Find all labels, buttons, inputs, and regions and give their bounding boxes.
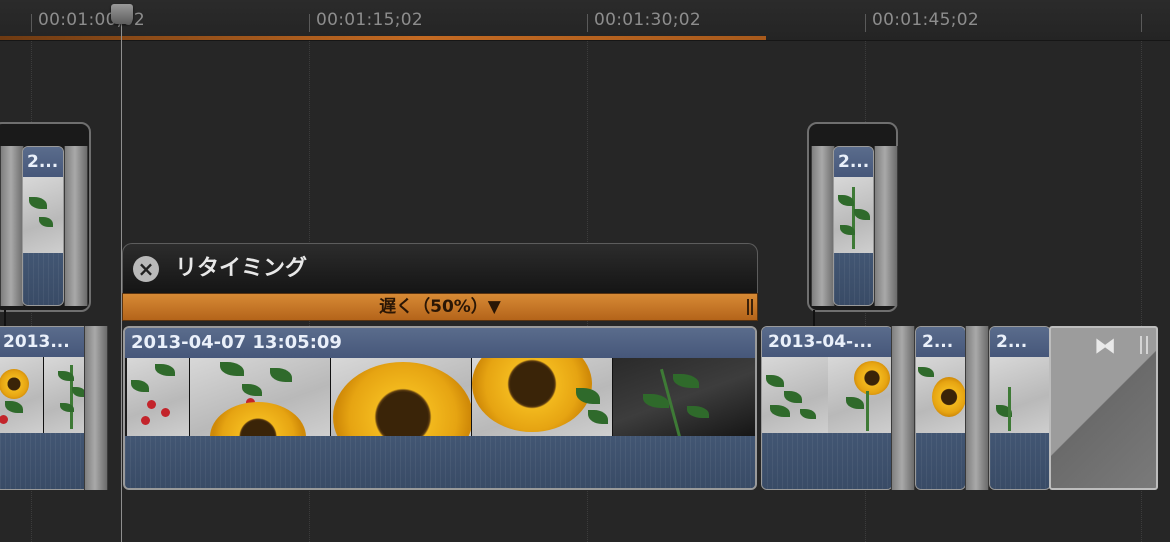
playhead[interactable] (121, 8, 122, 542)
trim-handle[interactable] (874, 146, 898, 306)
clip-title: 2013-04-07 13:05:09 (125, 328, 755, 358)
clip-left[interactable]: 2013... (0, 326, 90, 490)
clip-thumbnails (834, 177, 873, 253)
timeline-ruler[interactable] (0, 0, 1170, 41)
trim-handle[interactable] (965, 326, 989, 490)
clip-right[interactable]: 2013-04-... (761, 326, 893, 490)
speed-popup-bar[interactable]: 遅く（50%）▼ (122, 293, 758, 321)
transition-handle[interactable] (1140, 336, 1148, 354)
ruler-tick (865, 14, 866, 32)
cross-dissolve-icon: ⧓ (1094, 334, 1116, 359)
audio-waveform (0, 433, 89, 489)
ruler-tick (309, 14, 310, 32)
clip-title: 2... (990, 327, 1050, 357)
close-circle-icon[interactable]: × (133, 256, 159, 282)
ruler-timecode: 00:01:15;02 (316, 10, 424, 30)
retiming-editor: × リタイミング (122, 243, 758, 293)
retime-handle[interactable] (747, 299, 753, 315)
audio-waveform (762, 433, 892, 489)
playhead-knob[interactable] (111, 4, 133, 24)
audio-waveform (125, 436, 755, 488)
clip-short-b[interactable]: 2... (989, 326, 1051, 490)
audio-waveform (23, 253, 63, 305)
trim-handle[interactable] (84, 326, 108, 490)
clip-title: 2013-04-... (762, 327, 892, 357)
clip-thumbnails (990, 357, 1050, 433)
transition[interactable]: ⧓ (1049, 326, 1158, 490)
selection-range-bar[interactable] (0, 36, 766, 40)
trim-handle[interactable] (64, 146, 88, 306)
clip-thumbnails (23, 177, 63, 253)
trim-handle[interactable] (891, 326, 915, 490)
ruler-tick (587, 14, 588, 32)
clip-title: 2... (916, 327, 965, 357)
clip-thumbnails (0, 357, 89, 433)
trim-handle[interactable] (0, 146, 24, 306)
clip-title: 2013... (0, 327, 89, 357)
connected-clip-left[interactable]: 2... (22, 146, 64, 306)
clip-main[interactable]: 2013-04-07 13:05:09 (123, 326, 757, 490)
trim-handle[interactable] (811, 146, 835, 306)
ruler-timecode: 00:01:30;02 (594, 10, 702, 30)
clip-title: 2... (834, 147, 873, 177)
audio-waveform (990, 433, 1050, 489)
clip-thumbnails (125, 358, 755, 436)
ruler-tick (1141, 14, 1142, 32)
clip-thumbnails (762, 357, 892, 433)
audio-waveform (916, 433, 965, 489)
ruler-tick (31, 14, 32, 32)
ruler-timecode: 00:01:45;02 (872, 10, 980, 30)
retiming-title: リタイミング (175, 256, 308, 281)
clip-short-a[interactable]: 2... (915, 326, 966, 490)
clip-title: 2... (23, 147, 63, 177)
speed-label[interactable]: 遅く（50%）▼ (379, 297, 501, 317)
connected-clip-right[interactable]: 2... (833, 146, 874, 306)
audio-waveform (834, 253, 873, 305)
clip-thumbnails (916, 357, 965, 433)
